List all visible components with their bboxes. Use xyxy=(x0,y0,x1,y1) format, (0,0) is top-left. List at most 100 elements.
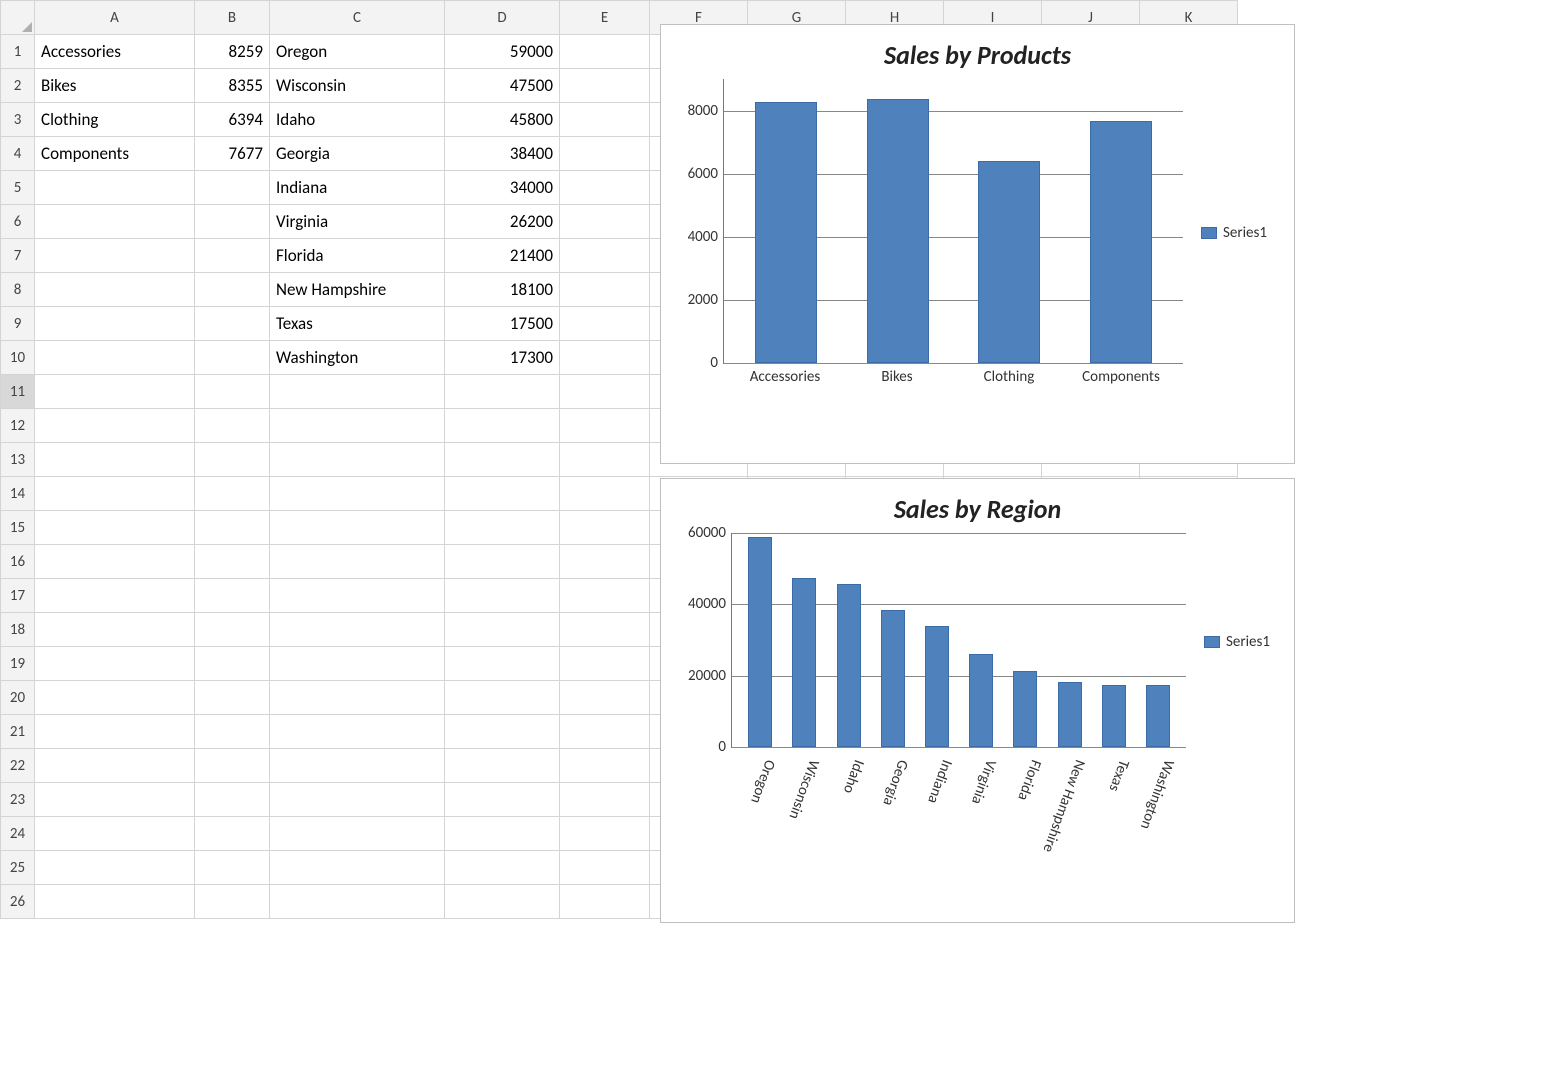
cell-D20[interactable] xyxy=(445,681,560,715)
cell-D22[interactable] xyxy=(445,749,560,783)
cell-A2[interactable]: Bikes xyxy=(35,69,195,103)
cell-A20[interactable] xyxy=(35,681,195,715)
cell-E11[interactable] xyxy=(560,375,650,409)
cell-C4[interactable]: Georgia xyxy=(270,137,445,171)
cell-B14[interactable] xyxy=(195,477,270,511)
cell-E22[interactable] xyxy=(560,749,650,783)
cell-D4[interactable]: 38400 xyxy=(445,137,560,171)
row-header-6[interactable]: 6 xyxy=(1,205,35,239)
cell-B10[interactable] xyxy=(195,341,270,375)
cell-B20[interactable] xyxy=(195,681,270,715)
cell-C3[interactable]: Idaho xyxy=(270,103,445,137)
col-header-A[interactable]: A xyxy=(35,1,195,35)
cell-D1[interactable]: 59000 xyxy=(445,35,560,69)
cell-D13[interactable] xyxy=(445,443,560,477)
cell-B8[interactable] xyxy=(195,273,270,307)
cell-C15[interactable] xyxy=(270,511,445,545)
col-header-C[interactable]: C xyxy=(270,1,445,35)
cell-E6[interactable] xyxy=(560,205,650,239)
row-header-8[interactable]: 8 xyxy=(1,273,35,307)
row-header-19[interactable]: 19 xyxy=(1,647,35,681)
cell-D9[interactable]: 17500 xyxy=(445,307,560,341)
row-header-2[interactable]: 2 xyxy=(1,69,35,103)
cell-A24[interactable] xyxy=(35,817,195,851)
cell-A14[interactable] xyxy=(35,477,195,511)
cell-D14[interactable] xyxy=(445,477,560,511)
cell-B2[interactable]: 8355 xyxy=(195,69,270,103)
row-header-9[interactable]: 9 xyxy=(1,307,35,341)
cell-B17[interactable] xyxy=(195,579,270,613)
cell-A3[interactable]: Clothing xyxy=(35,103,195,137)
row-header-20[interactable]: 20 xyxy=(1,681,35,715)
cell-C7[interactable]: Florida xyxy=(270,239,445,273)
col-header-D[interactable]: D xyxy=(445,1,560,35)
cell-B13[interactable] xyxy=(195,443,270,477)
select-all-corner[interactable] xyxy=(1,1,35,35)
row-header-25[interactable]: 25 xyxy=(1,851,35,885)
cell-D10[interactable]: 17300 xyxy=(445,341,560,375)
cell-C12[interactable] xyxy=(270,409,445,443)
cell-E24[interactable] xyxy=(560,817,650,851)
cell-E26[interactable] xyxy=(560,885,650,919)
row-header-17[interactable]: 17 xyxy=(1,579,35,613)
cell-A22[interactable] xyxy=(35,749,195,783)
cell-E20[interactable] xyxy=(560,681,650,715)
cell-D18[interactable] xyxy=(445,613,560,647)
cell-C9[interactable]: Texas xyxy=(270,307,445,341)
cell-E9[interactable] xyxy=(560,307,650,341)
cell-A11[interactable] xyxy=(35,375,195,409)
cell-D6[interactable]: 26200 xyxy=(445,205,560,239)
cell-C17[interactable] xyxy=(270,579,445,613)
cell-A23[interactable] xyxy=(35,783,195,817)
cell-E14[interactable] xyxy=(560,477,650,511)
cell-A1[interactable]: Accessories xyxy=(35,35,195,69)
cell-E7[interactable] xyxy=(560,239,650,273)
cell-A25[interactable] xyxy=(35,851,195,885)
cell-A12[interactable] xyxy=(35,409,195,443)
cell-E2[interactable] xyxy=(560,69,650,103)
cell-B15[interactable] xyxy=(195,511,270,545)
cell-C2[interactable]: Wisconsin xyxy=(270,69,445,103)
cell-B6[interactable] xyxy=(195,205,270,239)
cell-E12[interactable] xyxy=(560,409,650,443)
row-header-1[interactable]: 1 xyxy=(1,35,35,69)
cell-E17[interactable] xyxy=(560,579,650,613)
cell-E21[interactable] xyxy=(560,715,650,749)
chart-sales-by-region[interactable]: Sales by Region 0200004000060000 OregonW… xyxy=(660,478,1295,923)
cell-A19[interactable] xyxy=(35,647,195,681)
cell-E19[interactable] xyxy=(560,647,650,681)
cell-E1[interactable] xyxy=(560,35,650,69)
cell-B21[interactable] xyxy=(195,715,270,749)
cell-B9[interactable] xyxy=(195,307,270,341)
cell-D2[interactable]: 47500 xyxy=(445,69,560,103)
col-header-B[interactable]: B xyxy=(195,1,270,35)
cell-E15[interactable] xyxy=(560,511,650,545)
row-header-15[interactable]: 15 xyxy=(1,511,35,545)
cell-A7[interactable] xyxy=(35,239,195,273)
cell-C11[interactable] xyxy=(270,375,445,409)
row-header-10[interactable]: 10 xyxy=(1,341,35,375)
row-header-4[interactable]: 4 xyxy=(1,137,35,171)
cell-E3[interactable] xyxy=(560,103,650,137)
cell-B26[interactable] xyxy=(195,885,270,919)
cell-D25[interactable] xyxy=(445,851,560,885)
cell-B18[interactable] xyxy=(195,613,270,647)
cell-A5[interactable] xyxy=(35,171,195,205)
row-header-23[interactable]: 23 xyxy=(1,783,35,817)
cell-E4[interactable] xyxy=(560,137,650,171)
cell-C25[interactable] xyxy=(270,851,445,885)
cell-D23[interactable] xyxy=(445,783,560,817)
cell-C6[interactable]: Virginia xyxy=(270,205,445,239)
cell-C19[interactable] xyxy=(270,647,445,681)
row-header-24[interactable]: 24 xyxy=(1,817,35,851)
cell-C10[interactable]: Washington xyxy=(270,341,445,375)
cell-C21[interactable] xyxy=(270,715,445,749)
cell-B22[interactable] xyxy=(195,749,270,783)
cell-B11[interactable] xyxy=(195,375,270,409)
cell-D17[interactable] xyxy=(445,579,560,613)
cell-A26[interactable] xyxy=(35,885,195,919)
cell-B3[interactable]: 6394 xyxy=(195,103,270,137)
cell-E5[interactable] xyxy=(560,171,650,205)
cell-B12[interactable] xyxy=(195,409,270,443)
cell-C13[interactable] xyxy=(270,443,445,477)
